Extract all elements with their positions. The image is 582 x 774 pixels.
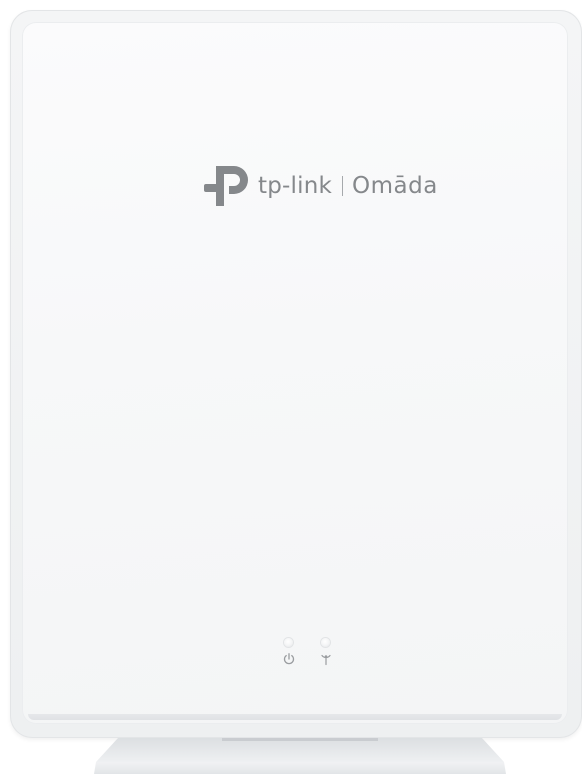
brand-logo: tp-link Omāda — [202, 162, 438, 210]
logo-divider — [342, 176, 343, 196]
wireless-led — [321, 638, 330, 647]
product-photo: tp-link Omāda — [0, 0, 582, 774]
brand-wordmark: tp-link — [258, 173, 332, 199]
front-panel: tp-link Omāda — [22, 22, 568, 724]
wireless-antenna-icon — [321, 654, 331, 666]
panel-bottom-edge — [28, 714, 562, 720]
power-icon — [283, 653, 295, 665]
tp-link-logo-icon — [204, 166, 248, 206]
power-led — [284, 638, 293, 647]
series-wordmark: Omāda — [352, 173, 438, 199]
desk-stand — [94, 738, 506, 774]
access-point-body: tp-link Omāda — [10, 10, 582, 738]
